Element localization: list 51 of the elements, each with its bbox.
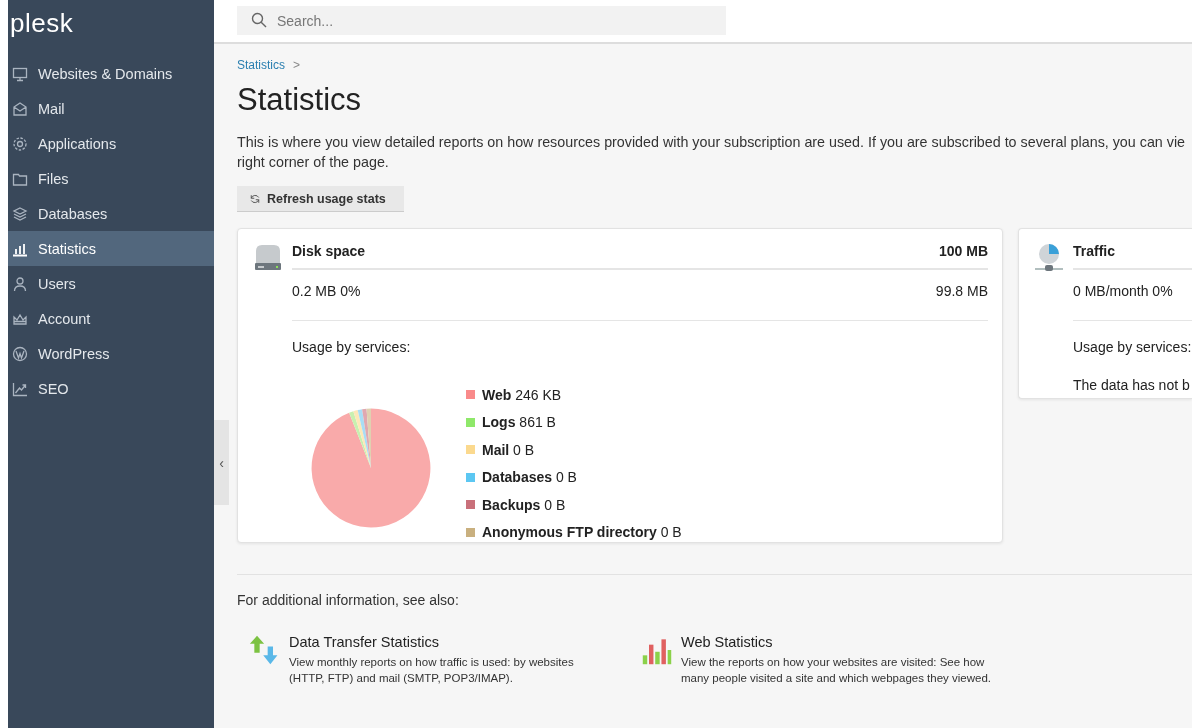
no-data-message: The data has not b [1073, 377, 1191, 393]
legend-label: Mail 0 B [482, 441, 535, 458]
legend-label: Databases 0 B [482, 469, 577, 486]
see-also-heading: For additional information, see also: [237, 592, 460, 608]
description-text: This is where you view detailed reports on how resources provided with your subscription are used. If you are subscribed to several plans, you can vie [237, 133, 1187, 152]
traffic-pie-icon [1033, 241, 1065, 273]
legend-label: Backups 0 B [482, 496, 566, 513]
breadcrumb-link[interactable]: Statistics [237, 58, 285, 72]
usage-label: Usage by services: [1073, 339, 1192, 355]
breadcrumb-separator: > [293, 58, 301, 72]
logo[interactable]: plesk [8, 8, 214, 56]
layers-icon [12, 205, 28, 222]
sidebar-item[interactable]: Websites & Domains [8, 56, 214, 91]
link-title[interactable]: Data Transfer Statistics [289, 634, 574, 650]
sidebar-item[interactable]: Databases [8, 196, 214, 231]
sidebar-item[interactable]: SEO [8, 371, 214, 406]
description-text: right corner of the page. [237, 153, 390, 172]
sidebar-item[interactable]: Statistics [8, 231, 214, 266]
link-description: View monthly reports on how traffic is used: by websites [289, 655, 574, 670]
disk-total: 100 MB [938, 243, 988, 259]
legend-label: Anonymous FTP directory 0 B [482, 524, 682, 541]
disk-used: 0.2 MB 0% [292, 283, 361, 299]
legend-label: Logs 861 B [482, 414, 556, 431]
sidebar-item[interactable]: Users [8, 266, 214, 301]
traffic-used: 0 MB/month 0% [1073, 283, 1173, 299]
envelope-icon [12, 100, 28, 117]
usage-label: Usage by services: [292, 339, 412, 355]
link-description: (HTTP, FTP) and mail (SMTP, POP3/IMAP). [289, 671, 514, 686]
link-description: many people visited a site and which webpages they viewed. [681, 671, 992, 686]
refresh-button[interactable]: Refresh usage stats [237, 186, 404, 212]
card-title: Traffic [1073, 243, 1115, 259]
wordpress-icon [12, 345, 28, 362]
collapse-handle[interactable]: ‹ [214, 420, 229, 505]
disk-free: 99.8 MB [935, 283, 988, 299]
user-icon [12, 275, 28, 292]
search-icon [251, 12, 267, 28]
search-field[interactable]: Search... [237, 6, 726, 35]
sidebar-item[interactable]: Applications [8, 126, 214, 161]
sidebar-item[interactable]: Files [8, 161, 214, 196]
gear-icon [12, 135, 28, 152]
sidebar-item[interactable]: Account [8, 301, 214, 336]
link-description: View the reports on how your websites are visited: See how [681, 655, 986, 670]
legend-label: Web 246 KB [482, 386, 562, 403]
monitor-icon [12, 65, 28, 82]
sidebar-item[interactable]: Mail [8, 91, 214, 126]
chart-arrow-icon [12, 380, 28, 397]
page-title: Statistics [237, 82, 363, 118]
sidebar-item[interactable]: WordPress [8, 336, 214, 371]
refresh-icon [249, 192, 261, 205]
link-title[interactable]: Web Statistics [681, 634, 992, 650]
card-title: Disk space [292, 243, 366, 259]
